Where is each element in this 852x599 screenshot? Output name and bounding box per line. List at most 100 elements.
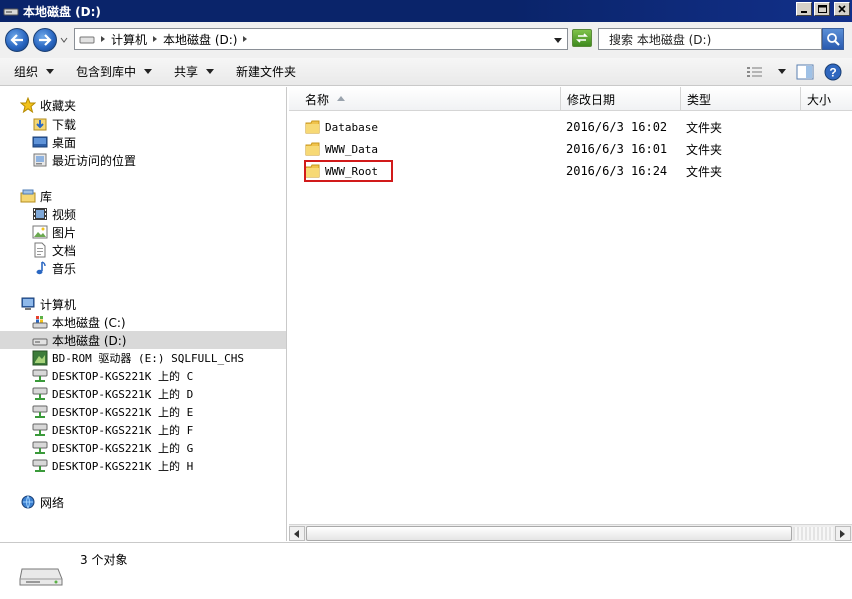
details-view-icon [747,67,762,77]
command-bar: 组织 包含到库中 共享 新建文件夹 ? [0,58,852,86]
svg-text:?: ? [829,66,836,80]
nav-item-desktop[interactable]: 桌面 [32,133,76,151]
nav-item-music[interactable]: 音乐 [32,259,76,277]
document-icon [32,242,48,258]
maximize-button[interactable] [814,2,830,16]
file-type: 文件夹 [686,142,723,157]
preview-pane-button[interactable] [796,64,814,80]
search-button[interactable] [822,28,844,50]
arrow-left-icon [10,34,23,46]
scroll-right-button[interactable] [835,526,851,541]
minimize-button[interactable] [796,2,812,16]
network-drive-icon [32,404,48,420]
maximize-icon [817,5,827,13]
new-folder-label: 新建文件夹 [236,65,297,79]
search-icon [827,33,840,46]
chevron-down-icon [46,68,55,74]
nav-item-network-drive-h[interactable]: DESKTOP-KGS221K 上的 H [32,457,193,475]
nav-network[interactable]: 网络 [20,493,64,511]
file-modified: 2016/6/3 16:01 [566,142,668,156]
chevron-right-icon [840,529,845,538]
column-header-modified[interactable]: 修改日期 [561,87,681,111]
back-button[interactable] [5,28,29,52]
chevron-right-icon[interactable] [241,35,249,43]
include-in-library-button[interactable]: 包含到库中 [76,63,153,80]
chevron-left-icon [294,529,299,538]
nav-item-network-drive-g[interactable]: DESKTOP-KGS221K 上的 G [32,439,193,457]
minimize-icon [801,11,807,13]
chevron-down-icon[interactable] [553,36,563,44]
item-count: 3 个对象 [80,553,128,567]
nav-item-network-drive-e[interactable]: DESKTOP-KGS221K 上的 E [32,403,193,421]
drive-icon [19,568,63,586]
help-icon: ? [824,63,842,81]
recent-places-icon [32,152,48,168]
nav-favorites[interactable]: 收藏夹 [20,96,76,114]
details-pane: 3 个对象 [0,542,852,599]
nav-item-drive-c[interactable]: 本地磁盘 (C:) [32,313,126,331]
column-header-type[interactable]: 类型 [681,87,801,111]
highlight-box [304,160,393,182]
nav-item-bd-rom-e[interactable]: BD-ROM 驱动器 (E:) SQLFULL_CHS [32,349,244,367]
refresh-button[interactable] [572,29,592,47]
chevron-down-icon [206,68,215,74]
chevron-right-icon[interactable] [99,35,107,43]
search-placeholder: 搜索 本地磁盘 (D:) [609,32,712,47]
video-icon [32,206,48,222]
folder-icon [305,120,320,134]
network-drive-icon [32,422,48,438]
nav-item-drive-d[interactable]: 本地磁盘 (D:) [0,331,286,349]
nav-item-recent-places[interactable]: 最近访问的位置 [32,151,136,169]
scroll-thumb[interactable] [306,526,792,541]
drive-icon [79,36,95,44]
nav-item-documents[interactable]: 文档 [32,241,76,259]
desktop-icon [32,134,48,150]
chevron-down-icon [144,68,153,74]
scroll-track[interactable] [793,527,833,540]
sort-ascending-icon [337,96,346,101]
nav-computer[interactable]: 计算机 [20,295,76,313]
organize-button[interactable]: 组织 [14,63,55,80]
column-headers: 名称 修改日期 类型 大小 [289,87,852,111]
music-icon [32,260,48,276]
forward-button[interactable] [33,28,57,52]
drive-icon [32,332,48,348]
disc-drive-icon [32,350,48,366]
title-bar: 本地磁盘 (D:) [0,0,852,22]
column-header-name[interactable]: 名称 [299,87,561,111]
refresh-icon [576,33,588,43]
column-header-size[interactable]: 大小 [801,87,852,111]
preview-pane-icon [796,64,814,80]
nav-item-network-drive-d[interactable]: DESKTOP-KGS221K 上的 D [32,385,193,403]
search-input[interactable]: 搜索 本地磁盘 (D:) [598,28,822,50]
breadcrumb-computer[interactable]: 计算机 [111,31,147,48]
nav-item-pictures[interactable]: 图片 [32,223,76,241]
navigation-pane: 收藏夹 下载 桌面 最近访问的位置 库 视频 图片 文档 音乐 计算机 本地磁盘… [0,87,287,541]
file-name: Database [325,120,378,134]
close-button[interactable] [834,2,850,16]
file-modified: 2016/6/3 16:24 [566,164,668,178]
help-button[interactable]: ? [824,63,842,81]
downloads-icon [32,116,48,132]
nav-item-videos[interactable]: 视频 [32,205,76,223]
folder-icon [305,142,320,156]
nav-item-downloads[interactable]: 下载 [32,115,76,133]
system-drive-icon [32,314,48,330]
file-row-database[interactable]: Database 2016/6/3 16:02 文件夹 [289,117,852,137]
file-list-pane: 名称 修改日期 类型 大小 Database 2016/6/3 16:02 文件… [289,87,852,541]
horizontal-scrollbar[interactable] [289,524,852,541]
share-button[interactable]: 共享 [174,63,215,80]
address-box[interactable]: 计算机 本地磁盘 (D:) [74,28,568,50]
nav-libraries[interactable]: 库 [20,187,52,205]
nav-item-network-drive-f[interactable]: DESKTOP-KGS221K 上的 F [32,421,193,439]
nav-item-network-drive-c[interactable]: DESKTOP-KGS221K 上的 C [32,367,193,385]
breadcrumb-drive-d[interactable]: 本地磁盘 (D:) [163,31,237,48]
file-row-www-data[interactable]: WWW_Data 2016/6/3 16:01 文件夹 [289,139,852,159]
history-dropdown-icon[interactable] [60,36,68,44]
chevron-right-icon[interactable] [151,35,159,43]
share-label: 共享 [174,65,199,79]
drive-icon [3,8,19,16]
new-folder-button[interactable]: 新建文件夹 [236,63,296,80]
view-options-button[interactable] [746,65,786,79]
scroll-left-button[interactable] [289,526,305,541]
